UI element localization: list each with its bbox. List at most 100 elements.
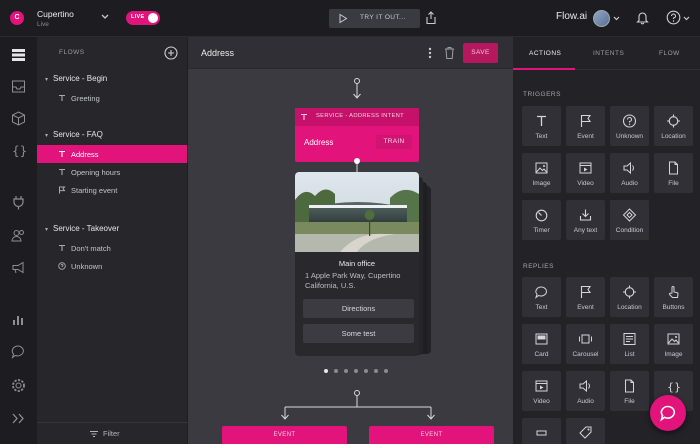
pagination-dot[interactable] — [354, 369, 358, 373]
braces-icon[interactable]: {} — [10, 142, 27, 159]
tab-actions[interactable]: ACTIONS — [529, 50, 561, 57]
try-it-out-button[interactable]: TRY IT OUT... — [329, 9, 420, 28]
train-button[interactable]: TRAIN — [376, 135, 412, 149]
chevron-down-icon[interactable] — [613, 14, 620, 22]
trigger-event[interactable]: Event — [566, 106, 605, 146]
reply-video[interactable]: Video — [522, 371, 561, 411]
tile-label: Any text — [573, 227, 598, 234]
pagination-dot[interactable] — [344, 369, 348, 373]
trigger-file[interactable]: File — [654, 153, 693, 193]
card-button-directions[interactable]: Directions — [303, 299, 414, 318]
avatar[interactable] — [593, 10, 610, 27]
trigger-image[interactable]: Image — [522, 153, 561, 193]
flows-stack-icon[interactable] — [10, 46, 27, 63]
actions-panel: ACTIONS INTENTS FLOW TRIGGERS Text Event… — [513, 37, 700, 444]
pagination-dot[interactable] — [374, 369, 378, 373]
trigger-audio[interactable]: Audio — [610, 153, 649, 193]
trigger-timer[interactable]: Timer — [522, 200, 561, 240]
event-node-left[interactable]: EVENT — [222, 426, 347, 444]
pagination-dot[interactable] — [364, 369, 368, 373]
card-icon — [535, 333, 548, 345]
pagination-dot[interactable] — [324, 369, 328, 373]
trigger-condition[interactable]: Condition — [610, 200, 649, 240]
reply-event[interactable]: Event — [566, 277, 605, 317]
tab-flow[interactable]: FLOW — [659, 50, 680, 57]
flag-icon — [580, 285, 592, 298]
megaphone-icon[interactable] — [10, 259, 27, 276]
trigger-unknown[interactable]: Unknown — [610, 106, 649, 146]
reply-list[interactable]: List — [610, 324, 649, 364]
reply-location[interactable]: Location — [610, 277, 649, 317]
card-button-some-test[interactable]: Some test — [303, 324, 414, 343]
flow-item-unknown[interactable]: Unknown — [37, 257, 187, 275]
live-toggle[interactable]: LIVE — [126, 11, 160, 25]
add-flow-icon[interactable] — [164, 46, 178, 60]
trigger-location[interactable]: Location — [654, 106, 693, 146]
reply-buttons[interactable]: Buttons — [654, 277, 693, 317]
braces-icon: {} — [667, 381, 681, 394]
reply-file[interactable]: File — [610, 371, 649, 411]
cube-icon[interactable] — [10, 110, 27, 127]
pagination-dot[interactable] — [334, 369, 338, 373]
gallery-card[interactable]: Main office 1 Apple Park Way, Cupertino … — [295, 172, 419, 356]
chevron-down-icon[interactable] — [683, 14, 690, 22]
event-node-right[interactable]: EVENT — [369, 426, 494, 444]
intent-trigger-card[interactable]: SERVICE - ADDRESS INTENT Address TRAIN — [295, 108, 419, 162]
chevron-down-icon[interactable] — [100, 11, 110, 23]
carousel-pagination — [324, 366, 394, 375]
flow-group-title[interactable]: ▾ Service - Begin — [45, 74, 107, 83]
intent-name: Address — [304, 138, 334, 147]
tab-intents[interactable]: INTENTS — [593, 50, 624, 57]
filter-label: Filter — [103, 429, 120, 438]
flow-group-title[interactable]: ▾ Service - Takeover — [45, 224, 119, 233]
tile-label: Image — [532, 180, 551, 187]
pagination-dot[interactable] — [384, 369, 388, 373]
tile-label: Audio — [577, 398, 594, 405]
gear-icon[interactable] — [10, 377, 27, 394]
connector-handle[interactable] — [354, 158, 360, 164]
trigger-text[interactable]: Text — [522, 106, 561, 146]
plug-icon[interactable] — [10, 194, 27, 211]
collapse-arrow-icon: ▾ — [45, 133, 49, 139]
project-status: Live — [37, 21, 49, 28]
flow-item-label: Don't match — [71, 244, 111, 253]
file-icon — [625, 379, 634, 393]
chat-bubble-icon[interactable] — [10, 343, 27, 360]
help-icon[interactable] — [666, 10, 681, 25]
reply-text[interactable]: Text — [522, 277, 561, 317]
project-badge[interactable]: C — [10, 11, 24, 25]
chat-launcher-button[interactable] — [650, 395, 686, 431]
flow-canvas[interactable]: Address SAVE SERVICE - ADDRESS INTENT Ad… — [188, 37, 513, 444]
tile-label: Carousel — [572, 351, 599, 358]
filter-icon — [90, 431, 98, 437]
flow-item-opening-hours[interactable]: Opening hours — [37, 163, 187, 181]
expand-icon[interactable] — [10, 410, 27, 427]
flow-group-title[interactable]: ▾ Service - FAQ — [45, 130, 103, 139]
reply-audio[interactable]: Audio — [566, 371, 605, 411]
reply-tag[interactable] — [566, 418, 605, 444]
project-name[interactable]: Cupertino — [37, 9, 74, 19]
text-icon — [301, 113, 307, 120]
filter-button[interactable]: Filter — [37, 422, 188, 444]
reply-card[interactable]: Card — [522, 324, 561, 364]
tile-label: Card — [534, 351, 549, 358]
bell-icon[interactable] — [636, 10, 649, 25]
flow-item-dont-match[interactable]: Don't match — [37, 239, 187, 257]
flow-item-starting-event[interactable]: Starting event — [37, 181, 187, 199]
reply-carousel[interactable]: Carousel — [566, 324, 605, 364]
crosshair-icon — [667, 114, 680, 128]
share-icon[interactable] — [425, 11, 437, 25]
trigger-any-text[interactable]: Any text — [566, 200, 605, 240]
flows-title: FLOWS — [59, 49, 85, 56]
text-icon — [59, 150, 65, 157]
tag-icon — [579, 426, 592, 439]
flow-item-label: Starting event — [71, 186, 118, 195]
trigger-video[interactable]: Video — [566, 153, 605, 193]
users-icon[interactable] — [10, 227, 27, 244]
flow-item-greeting[interactable]: Greeting — [37, 89, 187, 107]
reply-image[interactable]: Image — [654, 324, 693, 364]
reply-loop[interactable] — [522, 418, 561, 444]
inbox-icon[interactable] — [10, 78, 27, 95]
flow-item-address[interactable]: Address — [37, 145, 187, 163]
bar-chart-icon[interactable] — [10, 311, 27, 328]
